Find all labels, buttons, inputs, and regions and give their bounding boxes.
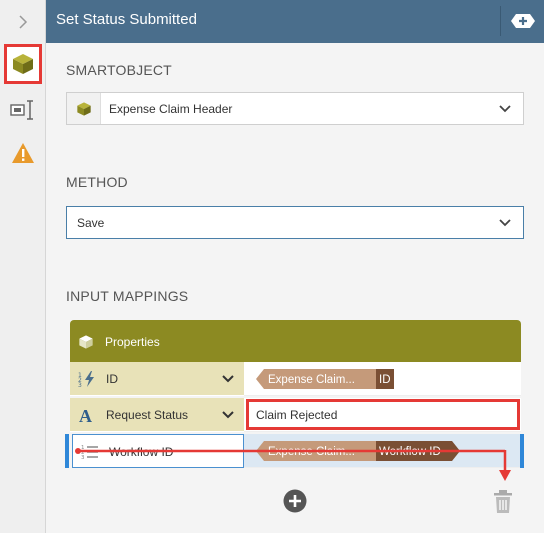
panel-title: Set Status Submitted (56, 11, 197, 28)
request-status-value-input[interactable]: Claim Rejected (246, 399, 520, 430)
table-row: 1 2 3 Workflow ID Expense Claim... Workf… (65, 434, 524, 468)
text-type-icon: A (79, 406, 92, 424)
mapping-value-cell-workflow-id[interactable]: Expense Claim... Workflow ID (244, 434, 521, 468)
mapping-value-cell-request-status: Claim Rejected (244, 398, 521, 432)
add-circle-icon (283, 489, 307, 513)
chevron-down-icon[interactable] (222, 375, 234, 383)
smartobject-cube-icon (79, 335, 93, 349)
property-label: Request Status (106, 408, 189, 422)
property-cell-request-status[interactable]: A Request Status (70, 398, 244, 432)
trash-icon (494, 490, 512, 513)
smartobject-section-label: SMARTOBJECT (66, 62, 172, 78)
selected-row-indicator (65, 434, 69, 468)
warning-icon (12, 143, 34, 163)
chevron-down-icon (499, 218, 511, 226)
token-source-label: Expense Claim... (268, 446, 355, 458)
smartobject-cube-icon (13, 54, 33, 74)
property-cell-workflow-id[interactable]: 1 2 3 Workflow ID (72, 434, 244, 468)
table-row: A Request Status Claim Rejected (70, 398, 521, 432)
mapping-tab[interactable] (5, 92, 41, 128)
property-cell-id[interactable]: 1 2 3 ID (70, 362, 244, 396)
smartobject-select-icon-box (67, 93, 101, 124)
method-select-value: Save (77, 216, 105, 230)
delete-mapping-button[interactable] (493, 490, 513, 519)
svg-text:3: 3 (78, 382, 82, 388)
mapping-icon (10, 100, 33, 120)
smartobject-tab[interactable] (4, 44, 42, 84)
token-field-label: Workflow ID (379, 446, 441, 458)
table-row: 1 2 3 ID Expense Claim... ID (70, 362, 521, 396)
number-list-icon: 1 2 3 (81, 445, 98, 461)
properties-header: Properties (70, 320, 521, 362)
left-rail (0, 0, 46, 533)
field-token[interactable]: Expense Claim... Workflow ID (256, 441, 460, 461)
smartobject-cube-icon (76, 101, 91, 116)
chevron-down-icon[interactable] (222, 411, 234, 419)
panel-header: Set Status Submitted (46, 0, 544, 43)
warning-tab[interactable] (5, 135, 41, 171)
field-token[interactable]: Expense Claim... ID (256, 369, 394, 389)
token-source-label: Expense Claim... (268, 374, 355, 386)
autonumber-icon: 1 2 3 (78, 371, 94, 388)
chevron-right-icon (19, 15, 28, 29)
mapping-value-cell-id[interactable]: Expense Claim... ID (244, 362, 521, 396)
input-mappings-section-label: INPUT MAPPINGS (66, 288, 189, 304)
add-mapping-button[interactable] (283, 489, 307, 518)
chevron-down-icon (499, 104, 511, 112)
token-field-label: ID (379, 374, 391, 386)
header-divider (500, 6, 501, 36)
add-tab-icon (511, 14, 535, 28)
method-section-label: METHOD (66, 174, 128, 190)
method-select[interactable]: Save (66, 206, 524, 239)
smartobject-select[interactable]: Expense Claim Header (66, 92, 524, 125)
expand-panel-button[interactable] (5, 4, 41, 40)
add-tab-button[interactable] (510, 12, 536, 30)
svg-text:3: 3 (81, 455, 85, 461)
property-label: Workflow ID (109, 445, 174, 459)
smartobject-select-value: Expense Claim Header (109, 102, 233, 116)
svg-text:A: A (79, 406, 92, 424)
property-label: ID (106, 372, 118, 386)
properties-header-title: Properties (105, 335, 160, 349)
input-mappings-table: Properties 1 2 3 ID Expense Claim... ID (65, 320, 524, 468)
selected-row-indicator-right (520, 434, 524, 468)
request-status-value: Claim Rejected (256, 408, 338, 422)
